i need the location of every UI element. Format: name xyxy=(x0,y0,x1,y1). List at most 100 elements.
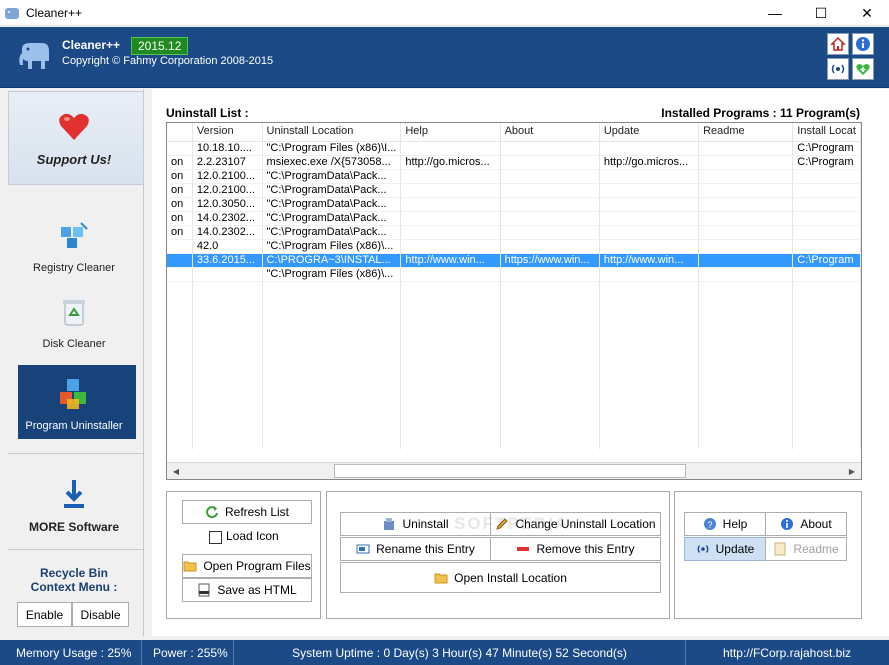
empty-cell xyxy=(167,421,193,435)
help-button[interactable]: ? Help xyxy=(684,512,766,536)
enable-button[interactable]: Enable xyxy=(17,602,72,627)
table-cell: 14.0.2302... xyxy=(192,211,263,226)
table-cell: C:\PROGRA~3\INSTAL... xyxy=(262,253,402,268)
table-cell xyxy=(500,183,600,198)
column-header[interactable]: Install Locat xyxy=(792,123,861,142)
empty-row xyxy=(167,323,861,337)
column-header[interactable] xyxy=(167,123,193,142)
remove-entry-button[interactable]: Remove this Entry xyxy=(490,537,661,561)
rename-entry-button[interactable]: Rename this Entry xyxy=(340,537,491,561)
table-row[interactable]: 10.18.10.... "C:\Program Files (x86)\I...… xyxy=(167,141,861,156)
recycle-bin-title-line1: Recycle Bin xyxy=(39,566,109,580)
table-row[interactable]: on 12.0.2100... "C:\ProgramData\Pack... xyxy=(167,183,861,198)
empty-cell xyxy=(599,295,700,309)
disable-button[interactable]: Disable xyxy=(72,602,129,627)
column-header[interactable]: Update xyxy=(599,123,700,142)
refresh-icon xyxy=(206,506,218,519)
readme-button[interactable]: Readme xyxy=(765,537,847,561)
open-program-files-label: Open Program Files xyxy=(203,559,311,573)
broadcast-icon xyxy=(697,545,709,553)
empty-cell xyxy=(792,295,861,309)
favorite-button[interactable] xyxy=(852,58,874,80)
empty-cell xyxy=(167,351,193,365)
table-cell: C:\Program xyxy=(792,155,861,170)
table-cell xyxy=(167,253,193,268)
table-cell xyxy=(599,183,700,198)
empty-cell xyxy=(500,379,600,393)
table-row[interactable]: on 14.0.2302... "C:\ProgramData\Pack... xyxy=(167,225,861,240)
heart-plus-icon xyxy=(856,64,870,75)
empty-cell xyxy=(262,435,402,449)
support-us-item[interactable]: Support Us! xyxy=(14,109,134,167)
info-button[interactable] xyxy=(852,33,874,55)
home-button[interactable] xyxy=(827,33,849,55)
about-button[interactable]: About xyxy=(765,512,847,536)
empty-row xyxy=(167,337,861,351)
column-header[interactable]: Help xyxy=(400,123,501,142)
table-row[interactable]: "C:\Program Files (x86)\... xyxy=(167,267,861,282)
table-cell: 14.0.2302... xyxy=(192,225,263,240)
empty-cell xyxy=(698,281,794,295)
app-elephant-icon xyxy=(5,7,19,19)
minimize-button[interactable]: — xyxy=(753,0,797,26)
scroll-thumb[interactable] xyxy=(334,464,686,478)
sidebar-item-disk-cleaner[interactable]: Disk Cleaner xyxy=(14,295,134,350)
table-cell xyxy=(698,239,794,254)
empty-cell xyxy=(192,365,263,379)
info-icon xyxy=(856,37,870,51)
horizontal-scrollbar[interactable]: ◀ ▶ xyxy=(167,462,861,479)
svg-text:?: ? xyxy=(707,520,712,530)
open-install-location-button[interactable]: Open Install Location xyxy=(340,562,661,593)
empty-cell xyxy=(192,281,263,295)
empty-cell xyxy=(192,393,263,407)
empty-cell xyxy=(500,435,600,449)
refresh-list-button[interactable]: Refresh List xyxy=(182,500,312,524)
empty-row xyxy=(167,393,861,407)
maximize-button[interactable]: ☐ xyxy=(799,0,843,26)
table-row[interactable]: on 2.2.23107 msiexec.exe /X{573058... http:… xyxy=(167,155,861,170)
table-row[interactable]: on 12.0.3050... "C:\ProgramData\Pack... xyxy=(167,197,861,212)
close-button[interactable]: ✕ xyxy=(845,0,889,26)
column-header[interactable]: Readme xyxy=(698,123,794,142)
empty-cell xyxy=(192,435,263,449)
sidebar-item-registry-cleaner[interactable]: Registry Cleaner xyxy=(14,219,134,274)
column-header[interactable]: Uninstall Location xyxy=(262,123,402,142)
table-cell: 2.2.23107 xyxy=(192,155,263,170)
broadcast-icon xyxy=(831,64,845,74)
table-row[interactable]: on 12.0.2100... "C:\ProgramData\Pack... xyxy=(167,169,861,184)
empty-cell xyxy=(599,323,700,337)
table-cell: "C:\ProgramData\Pack... xyxy=(262,197,402,212)
table-cell: "C:\Program Files (x86)\... xyxy=(262,267,402,282)
empty-row xyxy=(167,351,861,365)
sidebar-item-program-uninstaller-content[interactable]: Program Uninstaller xyxy=(14,377,134,432)
open-program-files-button[interactable]: Open Program Files xyxy=(182,554,312,578)
update-button[interactable]: Update xyxy=(684,537,766,561)
table-row[interactable]: on 14.0.2302... "C:\ProgramData\Pack... xyxy=(167,211,861,226)
empty-cell xyxy=(599,407,700,421)
scroll-right-icon[interactable]: ▶ xyxy=(844,464,860,478)
table-cell: "C:\Program Files (x86)\... xyxy=(262,239,402,254)
empty-cell xyxy=(262,393,402,407)
sidebar-item-label: Registry Cleaner xyxy=(33,262,115,274)
table-row[interactable]: 33.6.2015... C:\PROGRA~3\INSTAL... http://… xyxy=(167,253,861,268)
table-cell: 12.0.3050... xyxy=(192,197,263,212)
empty-cell xyxy=(167,323,193,337)
table-cell xyxy=(167,267,193,282)
uninstall-list[interactable]: Version Uninstall Location Help About Update… xyxy=(166,122,862,480)
website-link[interactable]: http://FCorp.rajahost.biz xyxy=(686,640,889,665)
empty-cell xyxy=(262,351,402,365)
empty-cell xyxy=(792,393,861,407)
table-cell: on xyxy=(167,225,193,240)
column-header[interactable]: About xyxy=(500,123,600,142)
empty-cell xyxy=(400,309,501,323)
table-cell: http://go.micros... xyxy=(400,155,501,170)
more-software-item[interactable]: MORE Software xyxy=(14,477,134,534)
table-row[interactable]: 42.0 "C:\Program Files (x86)\... xyxy=(167,239,861,254)
save-as-html-button[interactable]: Save as HTML xyxy=(182,578,312,602)
column-header[interactable]: Version xyxy=(192,123,263,142)
scroll-left-icon[interactable]: ◀ xyxy=(168,464,184,478)
sidebar: Support Us! Registry Cleaner Disk Cleane… xyxy=(4,89,144,636)
load-icon-checkbox[interactable] xyxy=(209,531,222,544)
installed-programs-count: Installed Programs : 11 Program(s) xyxy=(661,106,860,120)
update-header-button[interactable] xyxy=(827,58,849,80)
